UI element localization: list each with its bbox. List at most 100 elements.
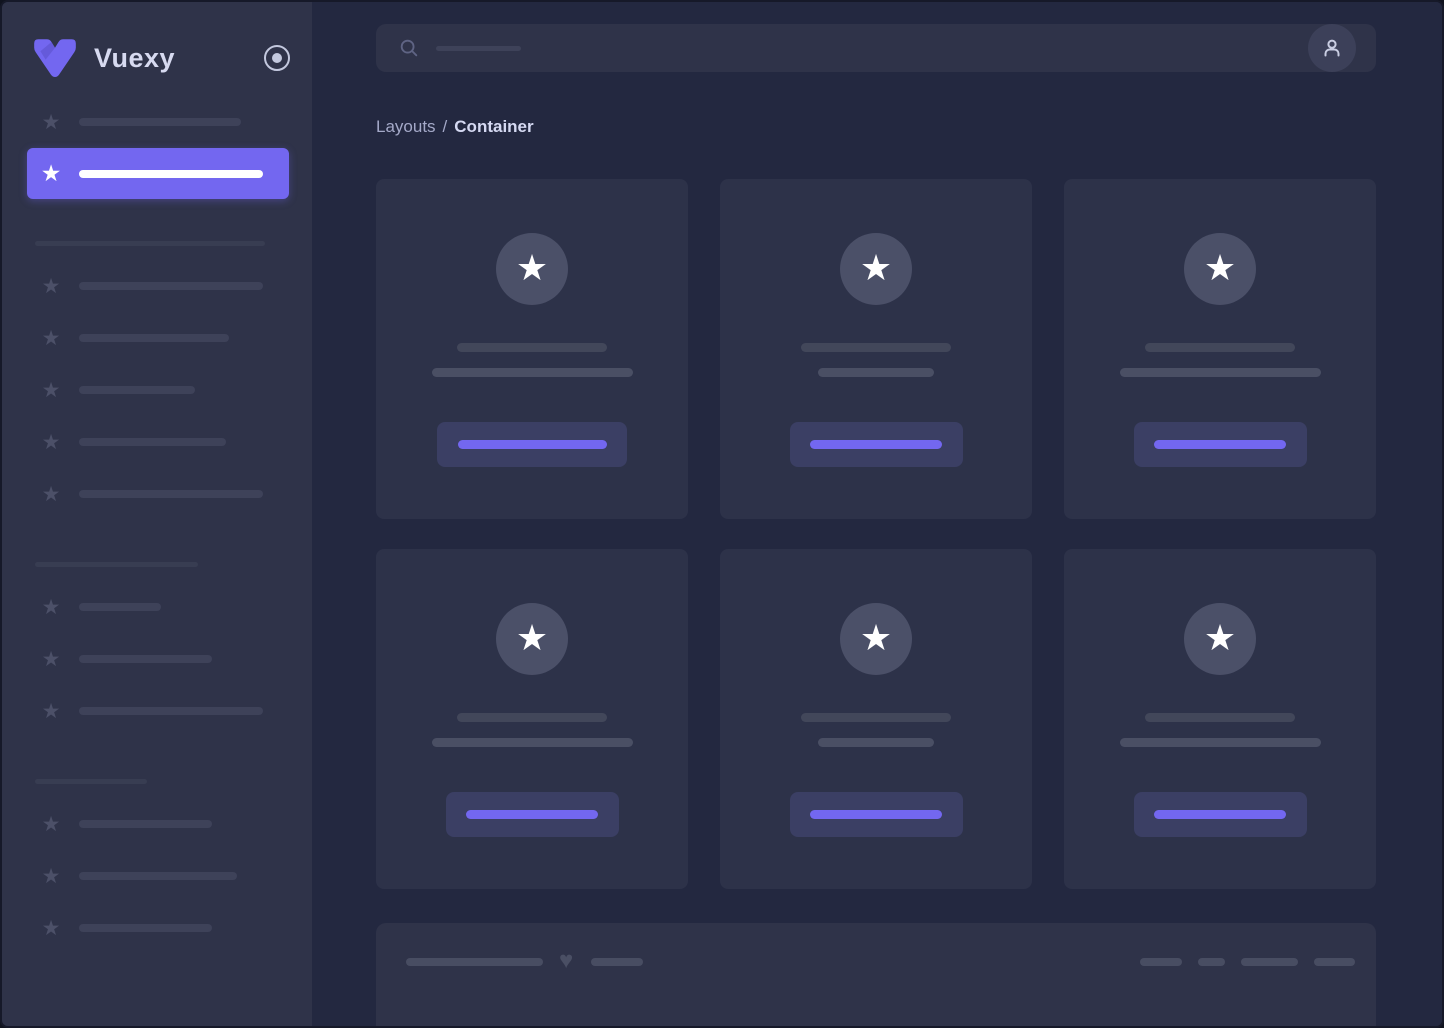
- breadcrumb-current: Container: [454, 117, 534, 136]
- sidebar-item[interactable]: ★: [2, 364, 312, 416]
- nav-label-placeholder: [79, 490, 263, 498]
- card-subtitle-placeholder: [1119, 368, 1321, 377]
- star-icon: ★: [1203, 617, 1237, 658]
- sidebar-item[interactable]: ★: [2, 468, 312, 520]
- page-footer: ♥: [376, 923, 1376, 1026]
- sidebar-item[interactable]: ★: [2, 902, 312, 954]
- card-grid: ★ ★ ★ ★ ★ ★: [376, 179, 1376, 889]
- skeleton-card: ★: [376, 179, 688, 519]
- search-icon: [400, 39, 418, 57]
- star-icon: ★: [515, 247, 549, 288]
- card-avatar-circle: ★: [840, 233, 912, 305]
- nav-label-placeholder: [79, 438, 226, 446]
- card-avatar-circle: ★: [496, 603, 568, 675]
- breadcrumb-separator: /: [442, 117, 448, 136]
- breadcrumb: Layouts / Container: [376, 117, 1376, 137]
- star-icon: ★: [41, 482, 61, 506]
- card-avatar-circle: ★: [496, 233, 568, 305]
- breadcrumb-parent[interactable]: Layouts: [376, 117, 436, 136]
- sidebar-item[interactable]: ★: [2, 685, 312, 737]
- star-icon: ★: [859, 617, 893, 658]
- card-action-button[interactable]: [437, 422, 627, 467]
- radio-dot-icon: [272, 53, 282, 63]
- skeleton-card: ★: [1064, 179, 1376, 519]
- nav-label-placeholder: [79, 655, 212, 663]
- star-icon: ★: [41, 378, 61, 402]
- card-subtitle-placeholder: [431, 368, 633, 377]
- button-label-placeholder: [1154, 440, 1286, 449]
- card-title-placeholder: [1145, 713, 1295, 722]
- star-icon: ★: [41, 110, 61, 134]
- nav-label-placeholder: [79, 386, 195, 394]
- nav-label-placeholder: [79, 282, 263, 290]
- star-icon: ★: [41, 274, 61, 298]
- card-action-button[interactable]: [789, 422, 963, 467]
- card-action-button[interactable]: [1133, 792, 1307, 837]
- card-avatar-circle: ★: [1184, 603, 1256, 675]
- nav-label-placeholder: [79, 924, 212, 932]
- star-icon: ★: [41, 647, 61, 671]
- button-label-placeholder: [810, 440, 942, 449]
- app-window: Vuexy ★ ★ ★ ★ ★ ★ ★ ★ ★ ★ ★ ★ ★ Layouts …: [0, 0, 1444, 1028]
- star-icon: ★: [41, 812, 61, 836]
- sidebar-pin-toggle[interactable]: [264, 45, 290, 71]
- search-input[interactable]: [398, 37, 1308, 59]
- nav-label-placeholder: [79, 872, 237, 880]
- nav-label-placeholder: [79, 820, 212, 828]
- footer-copyright-placeholder: [406, 958, 543, 966]
- nav-label-placeholder: [79, 707, 263, 715]
- card-title-placeholder: [801, 713, 951, 722]
- card-title-placeholder: [801, 343, 951, 352]
- sidebar-nav: ★ ★ ★ ★ ★ ★ ★ ★ ★ ★ ★ ★ ★: [2, 96, 312, 954]
- button-label-placeholder: [810, 810, 942, 819]
- main-content: Layouts / Container ★ ★ ★ ★ ★ ★ ♥: [312, 2, 1442, 1026]
- nav-label-placeholder: [79, 118, 241, 126]
- search-placeholder-bar: [436, 45, 521, 51]
- user-avatar-button[interactable]: [1308, 24, 1356, 72]
- footer-credit-placeholder: [591, 958, 644, 966]
- sidebar-item[interactable]: ★: [2, 850, 312, 902]
- card-subtitle-placeholder: [1119, 738, 1321, 747]
- nav-section-heading-placeholder: [35, 779, 147, 784]
- nav-section-heading-placeholder: [35, 562, 198, 567]
- sidebar-item[interactable]: ★: [2, 633, 312, 685]
- skeleton-card: ★: [1064, 549, 1376, 889]
- sidebar-item[interactable]: ★: [2, 312, 312, 364]
- sidebar-item[interactable]: ★: [2, 581, 312, 633]
- person-icon: [1324, 39, 1340, 57]
- sidebar-item[interactable]: ★: [2, 416, 312, 468]
- star-icon: ★: [41, 430, 61, 454]
- card-subtitle-placeholder: [431, 738, 633, 747]
- card-title-placeholder: [1145, 343, 1295, 352]
- sidebar-item[interactable]: ★: [2, 798, 312, 850]
- button-label-placeholder: [1154, 810, 1286, 819]
- sidebar: Vuexy ★ ★ ★ ★ ★ ★ ★ ★ ★ ★ ★ ★ ★: [2, 2, 312, 1026]
- footer-row: ♥: [406, 947, 1355, 974]
- sidebar-item[interactable]: ★: [2, 96, 312, 148]
- nav-label-placeholder: [79, 603, 161, 611]
- nav-label-placeholder: [79, 169, 263, 178]
- vuexy-logo-icon: [34, 39, 76, 77]
- card-title-placeholder: [457, 343, 607, 352]
- card-action-button[interactable]: [789, 792, 963, 837]
- nav-label-placeholder: [79, 334, 229, 342]
- card-action-button[interactable]: [1133, 422, 1307, 467]
- brand-header: Vuexy: [2, 2, 312, 84]
- heart-icon: ♥: [559, 947, 574, 974]
- star-icon: ★: [1203, 247, 1237, 288]
- footer-link-placeholder[interactable]: [1241, 958, 1298, 966]
- footer-link-placeholder[interactable]: [1198, 958, 1225, 966]
- star-icon: ★: [41, 595, 61, 619]
- card-title-placeholder: [457, 713, 607, 722]
- star-icon: ★: [515, 617, 549, 658]
- sidebar-item-active[interactable]: ★: [27, 148, 289, 199]
- button-label-placeholder: [466, 810, 598, 819]
- card-action-button[interactable]: [445, 792, 619, 837]
- star-icon: ★: [41, 326, 61, 350]
- sidebar-item[interactable]: ★: [2, 260, 312, 312]
- skeleton-card: ★: [376, 549, 688, 889]
- footer-link-placeholder[interactable]: [1314, 958, 1355, 966]
- star-icon: ★: [41, 864, 61, 888]
- footer-link-placeholder[interactable]: [1140, 958, 1182, 966]
- card-subtitle-placeholder: [818, 368, 934, 377]
